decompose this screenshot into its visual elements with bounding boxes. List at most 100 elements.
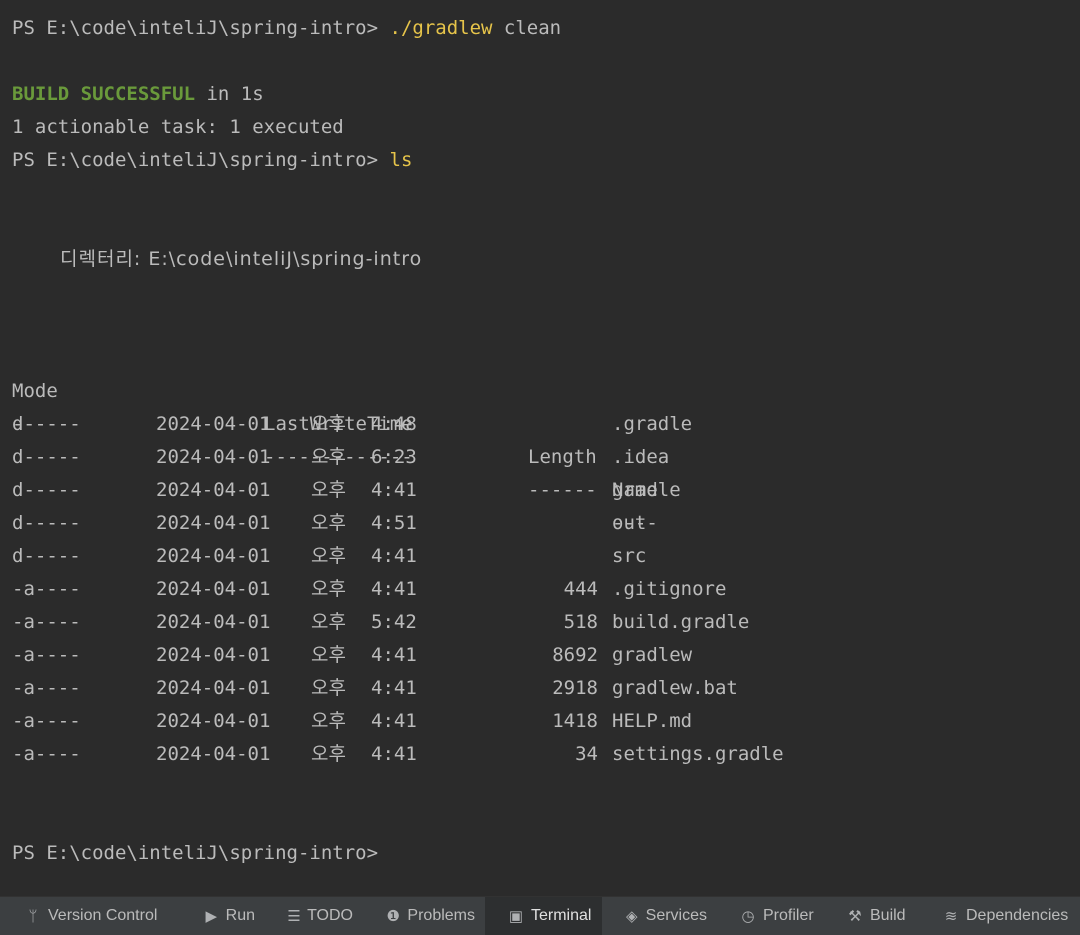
table-header: Mode LastWriteTime Length Name (0, 342, 1080, 501)
row-ampm: 오후 (311, 611, 346, 633)
table-row: -a---- 2024-04-01 오후 5:42 build.gradle 518 (0, 606, 1080, 639)
row-name: settings.gradle (612, 743, 784, 765)
row-mode: -a---- (12, 677, 81, 699)
tool-window-bar: ᛘ Version Control ▶ Run ☰ TODO ❶ Problems ▣ Termi… (0, 896, 1080, 935)
tab-profiler[interactable]: ◷ Profiler (717, 897, 824, 935)
tab-label: Services (645, 907, 707, 924)
row-length: 1418 (552, 710, 598, 732)
row-length: 444 (563, 578, 598, 600)
row-name: .gitignore (612, 578, 727, 600)
command-arg: clean (503, 17, 562, 39)
row-name: gradle (612, 479, 681, 501)
tab-version-control[interactable]: ᛘ Version Control (0, 897, 181, 935)
row-time: 4:41 (371, 644, 417, 666)
prompt-text: PS E:\code\inteliJ\spring-intro> (12, 17, 379, 39)
terminal-output[interactable]: PS E:\code\inteliJ\spring-intro> ./gradl… (0, 0, 1080, 896)
row-mode: -a---- (12, 611, 81, 633)
row-ampm: 오후 (311, 413, 346, 435)
row-name: .gradle (612, 413, 693, 435)
prompt-line-2: PS E:\code\inteliJ\spring-intro> ls (12, 144, 412, 177)
row-date: 2024-04-01 (156, 611, 271, 633)
task-summary: 1 actionable task: 1 executed (12, 116, 344, 138)
row-mode: d----- (12, 446, 81, 468)
play-icon: ▶ (205, 908, 218, 925)
row-time: 4:41 (371, 545, 417, 567)
row-time: 4:41 (371, 479, 417, 501)
prompt-text: PS E:\code\inteliJ\spring-intro> (12, 842, 379, 864)
prompt-line-1: PS E:\code\inteliJ\spring-intro> ./gradl… (12, 12, 561, 45)
directory-label: 디렉터리: E:\code\inteliJ\spring-intro (60, 248, 423, 270)
build-time: in 1s (206, 83, 264, 105)
row-mode: d----- (12, 512, 81, 534)
row-mode: -a---- (12, 710, 81, 732)
tab-todo[interactable]: ☰ TODO (265, 897, 363, 935)
tab-services[interactable]: ◈ Services (602, 897, 717, 935)
row-ampm: 오후 (311, 479, 346, 501)
row-mode: -a---- (12, 743, 81, 765)
row-ampm: 오후 (311, 677, 346, 699)
row-time: 4:48 (371, 413, 417, 435)
tab-build[interactable]: ⚒ Build (824, 897, 920, 935)
row-length: 8692 (552, 644, 598, 666)
terminal-icon: ▣ (508, 908, 524, 925)
row-ampm: 오후 (311, 545, 346, 567)
table-row: -a---- 2024-04-01 오후 4:41 HELP.md 1418 (0, 705, 1080, 738)
row-length: 34 (575, 743, 598, 765)
table-row: d----- 2024-04-01 오후 4:51 out (0, 507, 1080, 540)
tab-label: Profiler (763, 907, 814, 924)
row-time: 4:41 (371, 743, 417, 765)
tab-terminal[interactable]: ▣ Terminal (485, 897, 602, 935)
row-name: src (612, 545, 647, 567)
row-mode: d----- (12, 545, 81, 567)
row-time: 4:41 (371, 578, 417, 600)
row-name: build.gradle (612, 611, 750, 633)
row-date: 2024-04-01 (156, 710, 271, 732)
row-time: 5:42 (371, 611, 417, 633)
tab-label: Terminal (531, 907, 592, 924)
row-ampm: 오후 (311, 446, 346, 468)
table-row: -a---- 2024-04-01 오후 4:41 .gitignore 444 (0, 573, 1080, 606)
row-name: gradlew.bat (612, 677, 738, 699)
row-ampm: 오후 (311, 512, 346, 534)
table-row: -a---- 2024-04-01 오후 4:41 settings.gradle 34 (0, 738, 1080, 771)
row-name: HELP.md (612, 710, 693, 732)
table-row: d----- 2024-04-01 오후 6:23 .idea (0, 441, 1080, 474)
table-row: -a---- 2024-04-01 오후 4:41 gradlew.bat 2918 (0, 672, 1080, 705)
branch-icon: ᛘ (28, 907, 38, 925)
row-ampm: 오후 (311, 644, 346, 666)
row-date: 2024-04-01 (156, 413, 271, 435)
warning-icon: ❶ (386, 908, 400, 925)
row-mode: -a---- (12, 578, 81, 600)
row-name: out (612, 512, 647, 534)
tab-label: Run (225, 907, 255, 924)
row-time: 4:51 (371, 512, 417, 534)
tab-problems[interactable]: ❶ Problems (363, 897, 485, 935)
row-length: 518 (563, 611, 598, 633)
layers-icon: ≋ (944, 908, 958, 925)
row-ampm: 오후 (311, 578, 346, 600)
hammer-icon: ⚒ (848, 908, 862, 925)
build-status-line: BUILD SUCCESSFUL in 1s (12, 78, 264, 111)
row-length: 2918 (552, 677, 598, 699)
prompt-line-3: PS E:\code\inteliJ\spring-intro> (12, 837, 378, 870)
row-ampm: 오후 (311, 743, 346, 765)
profiler-icon: ◷ (741, 908, 755, 925)
command-text: ls (389, 149, 413, 171)
row-mode: d----- (12, 479, 81, 501)
row-date: 2024-04-01 (156, 479, 271, 501)
table-row: d----- 2024-04-01 오후 4:41 gradle (0, 474, 1080, 507)
table-row: d----- 2024-04-01 오후 4:48 .gradle (0, 408, 1080, 441)
row-time: 4:41 (371, 710, 417, 732)
prompt-text: PS E:\code\inteliJ\spring-intro> (12, 149, 379, 171)
tab-run[interactable]: ▶ Run (181, 897, 265, 935)
row-ampm: 오후 (311, 710, 346, 732)
tab-label: Problems (407, 907, 475, 924)
build-status: BUILD SUCCESSFUL (12, 83, 196, 105)
tab-label: Dependencies (966, 907, 1069, 924)
row-time: 4:41 (371, 677, 417, 699)
row-date: 2024-04-01 (156, 446, 271, 468)
tab-label: Version Control (48, 907, 158, 924)
tab-label: Build (870, 907, 906, 924)
tab-dependencies[interactable]: ≋ Dependencies (920, 897, 1080, 935)
services-icon: ◈ (626, 908, 638, 925)
